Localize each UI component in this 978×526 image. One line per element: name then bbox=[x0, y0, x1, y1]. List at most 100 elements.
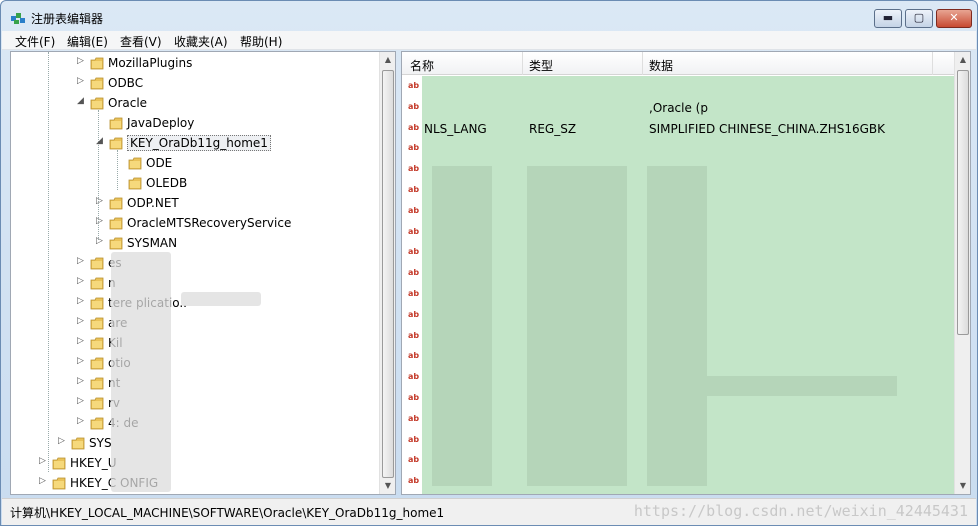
tree-node[interactable]: ▷are bbox=[11, 313, 377, 333]
tree-node[interactable]: ▷Kil bbox=[11, 333, 377, 353]
menu-favorites[interactable]: 收藏夹(A) bbox=[174, 33, 228, 50]
tree-node[interactable]: ▷n bbox=[11, 273, 377, 293]
tree-node[interactable]: ▷ SYSMAN bbox=[11, 233, 377, 253]
tree-expander-icon[interactable]: ▷ bbox=[96, 216, 106, 226]
tree-expander-icon[interactable]: ▷ bbox=[77, 276, 87, 286]
tree-scrollbar[interactable]: ▲ ▼ bbox=[379, 52, 395, 494]
string-value-icon: ab bbox=[408, 372, 420, 381]
tree-node[interactable]: ▷ ODP.NET bbox=[11, 193, 377, 213]
value-name-cell: NLS_LANG bbox=[424, 122, 487, 136]
string-value-icon: ab bbox=[408, 143, 420, 152]
registry-value-row[interactable]: ab bbox=[402, 138, 954, 158]
menu-file[interactable]: 文件(F) bbox=[15, 33, 55, 50]
string-value-icon: ab bbox=[408, 455, 420, 464]
tree-node[interactable]: ▷ OracleMTSRecoveryService bbox=[11, 213, 377, 233]
registry-value-row[interactable]: ab bbox=[402, 159, 954, 179]
status-bar: 计算机\HKEY_LOCAL_MACHINE\SOFTWARE\Oracle\K… bbox=[2, 498, 976, 525]
registry-value-row[interactable]: ab ,Oracle (p bbox=[402, 97, 954, 117]
registry-value-row[interactable]: ab bbox=[402, 346, 954, 366]
tree-node[interactable]: ▷ HKEY_U bbox=[11, 453, 377, 473]
tree-node-label: HKEY_U bbox=[70, 456, 117, 470]
tree-expander-icon[interactable]: ▷ bbox=[96, 196, 106, 206]
tree-node[interactable]: ▷es bbox=[11, 253, 377, 273]
registry-value-row[interactable]: ab bbox=[402, 284, 954, 304]
tree-expander-icon[interactable]: ▷ bbox=[39, 456, 49, 466]
registry-value-row[interactable]: ab bbox=[402, 388, 954, 408]
key-tree-pane[interactable]: ▷ MozillaPlugins ▷ ODBC ◢ Oracle JavaDeploy ◢ KE… bbox=[10, 51, 396, 495]
column-separator[interactable] bbox=[642, 52, 643, 75]
tree-expander-icon[interactable]: ▷ bbox=[77, 376, 87, 386]
scroll-up-arrow-icon[interactable]: ▲ bbox=[955, 52, 970, 68]
title-bar[interactable]: 注册表编辑器 ▬ ▢ ✕ bbox=[1, 1, 977, 31]
tree-expander-icon[interactable]: ▷ bbox=[77, 256, 87, 266]
tree-expander-icon[interactable]: ▷ bbox=[77, 356, 87, 366]
string-value-icon: ab bbox=[408, 476, 420, 485]
column-header-data[interactable]: 数据 bbox=[649, 57, 673, 74]
registry-value-row[interactable]: ab bbox=[402, 326, 954, 346]
tree-node[interactable]: ▷4: de bbox=[11, 413, 377, 433]
string-value-icon: ab bbox=[408, 227, 420, 236]
column-header-name[interactable]: 名称 bbox=[410, 57, 434, 74]
registry-value-row[interactable]: ab NLS_LANG REG_SZ SIMPLIFIED CHINESE_CHINA… bbox=[402, 118, 954, 138]
tree-node[interactable]: ▷ ODBC bbox=[11, 73, 377, 93]
tree-node[interactable]: ▷rv bbox=[11, 393, 377, 413]
menu-edit[interactable]: 编辑(E) bbox=[67, 33, 108, 50]
folder-icon bbox=[128, 177, 142, 190]
minimize-button[interactable]: ▬ bbox=[874, 9, 902, 28]
list-scroll-thumb[interactable] bbox=[957, 70, 969, 335]
tree-expander-icon[interactable]: ◢ bbox=[77, 96, 87, 106]
column-header-type[interactable]: 类型 bbox=[529, 57, 553, 74]
registry-value-row[interactable]: ab bbox=[402, 450, 954, 470]
registry-value-row[interactable]: ab bbox=[402, 492, 954, 494]
tree-expander-icon[interactable]: ▷ bbox=[58, 436, 68, 446]
tree-expander-icon[interactable]: ▷ bbox=[77, 296, 87, 306]
window-title: 注册表编辑器 bbox=[31, 12, 104, 26]
values-list-pane[interactable]: 名称 类型 数据 ab ab ,Oracle (p ab NLS_LANG REG_SZ S… bbox=[401, 51, 971, 495]
tree-expander-icon[interactable]: ▷ bbox=[77, 396, 87, 406]
tree-node[interactable]: ◢ Oracle bbox=[11, 93, 377, 113]
tree-node[interactable]: ▷HKEY_C ONFIG bbox=[11, 473, 377, 493]
tree-node-label: ODBC bbox=[108, 76, 144, 90]
tree-node[interactable]: ▷nt bbox=[11, 373, 377, 393]
registry-value-row[interactable]: ab bbox=[402, 222, 954, 242]
column-separator[interactable] bbox=[932, 52, 933, 75]
string-value-icon: ab bbox=[408, 289, 420, 298]
registry-value-row[interactable]: ab bbox=[402, 430, 954, 450]
tree-node[interactable]: ODE bbox=[11, 153, 377, 173]
registry-value-row[interactable]: ab bbox=[402, 201, 954, 221]
registry-value-row[interactable]: ab bbox=[402, 263, 954, 283]
menu-view[interactable]: 查看(V) bbox=[120, 33, 162, 50]
tree-expander-icon[interactable]: ▷ bbox=[77, 316, 87, 326]
tree-node[interactable]: OLEDB bbox=[11, 173, 377, 193]
folder-icon bbox=[128, 157, 142, 170]
tree-expander-icon[interactable]: ▷ bbox=[77, 416, 87, 426]
registry-value-row[interactable]: ab bbox=[402, 367, 954, 387]
close-button[interactable]: ✕ bbox=[936, 9, 972, 28]
tree-node[interactable]: ◢ KEY_OraDb11g_home1 bbox=[11, 133, 377, 153]
tree-expander-icon[interactable]: ▷ bbox=[77, 56, 87, 66]
string-value-icon: ab bbox=[408, 331, 420, 340]
scroll-down-arrow-icon[interactable]: ▼ bbox=[380, 478, 395, 494]
tree-node[interactable]: ▷ MozillaPlugins bbox=[11, 53, 377, 73]
registry-value-row[interactable]: ab bbox=[402, 76, 954, 96]
tree-scroll-thumb[interactable] bbox=[382, 70, 394, 478]
column-separator[interactable] bbox=[522, 52, 523, 75]
registry-value-row[interactable]: ab bbox=[402, 242, 954, 262]
registry-value-row[interactable]: ab bbox=[402, 471, 954, 491]
tree-expander-icon[interactable]: ▷ bbox=[77, 336, 87, 346]
registry-value-row[interactable]: ab bbox=[402, 180, 954, 200]
list-scrollbar[interactable]: ▲ ▼ bbox=[954, 52, 970, 494]
tree-node[interactable]: JavaDeploy bbox=[11, 113, 377, 133]
tree-node[interactable]: ▷ SYS bbox=[11, 433, 377, 453]
tree-expander-icon[interactable]: ◢ bbox=[96, 136, 106, 146]
maximize-button[interactable]: ▢ bbox=[905, 9, 933, 28]
registry-value-row[interactable]: ab bbox=[402, 305, 954, 325]
menu-help[interactable]: 帮助(H) bbox=[240, 33, 282, 50]
scroll-down-arrow-icon[interactable]: ▼ bbox=[955, 478, 970, 494]
registry-value-row[interactable]: ab bbox=[402, 409, 954, 429]
tree-expander-icon[interactable]: ▷ bbox=[77, 76, 87, 86]
tree-expander-icon[interactable]: ▷ bbox=[39, 476, 49, 486]
scroll-up-arrow-icon[interactable]: ▲ bbox=[380, 52, 395, 68]
tree-expander-icon[interactable]: ▷ bbox=[96, 236, 106, 246]
tree-node[interactable]: ▷otio bbox=[11, 353, 377, 373]
